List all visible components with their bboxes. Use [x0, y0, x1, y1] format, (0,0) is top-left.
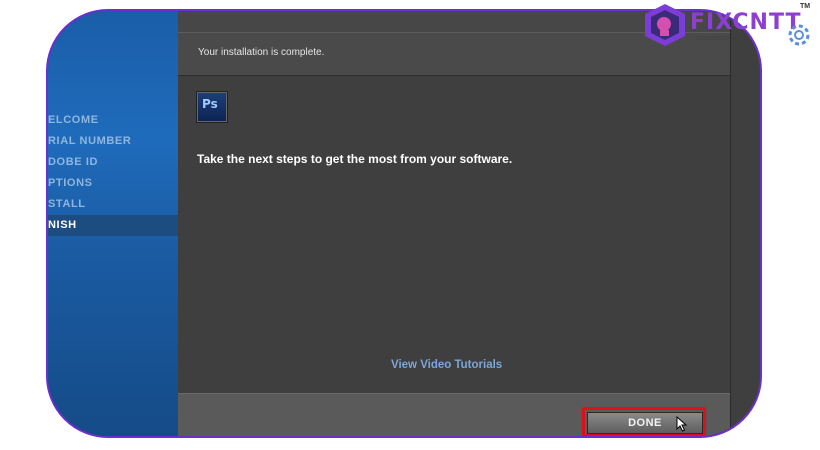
- sidebar-item-install: STALL: [48, 194, 178, 215]
- done-button-highlight: DONE: [582, 407, 706, 436]
- watermark-logo: FIXCNTT TECHNOLOGY TM: [640, 0, 820, 52]
- next-steps-heading: Take the next steps to get the most from…: [197, 152, 513, 166]
- sidebar-item-label: ELCOME: [48, 114, 99, 126]
- main-panel: Your installation is complete. Ps Take t…: [178, 11, 731, 436]
- view-video-tutorials-link[interactable]: View Video Tutorials: [391, 359, 502, 371]
- trademark-label: TM: [800, 3, 811, 10]
- sidebar-item-label: DOBE ID: [48, 156, 99, 168]
- sidebar-item-label: STALL: [48, 198, 86, 210]
- installer-window-frame: ELCOME RIAL NUMBER DOBE ID PTIONS STALL …: [46, 9, 762, 438]
- sidebar-item-serial-number: RIAL NUMBER: [48, 131, 178, 152]
- done-button-label: DONE: [628, 417, 662, 429]
- sidebar: ELCOME RIAL NUMBER DOBE ID PTIONS STALL …: [48, 11, 178, 436]
- done-button[interactable]: DONE: [587, 412, 703, 434]
- sidebar-item-label: RIAL NUMBER: [48, 135, 132, 147]
- watermark-subtext: TECHNOLOGY: [695, 36, 731, 42]
- logo-mark-icon: [645, 4, 685, 46]
- sidebar-item-label: PTIONS: [48, 177, 93, 189]
- sidebar-item-welcome: ELCOME: [48, 110, 178, 131]
- photoshop-icon: Ps: [196, 91, 228, 123]
- footer-bar: DONE: [178, 393, 730, 436]
- app-icon-label: Ps: [202, 97, 218, 111]
- status-text: Your installation is complete.: [198, 47, 325, 58]
- sidebar-item-finish: NISH: [48, 215, 178, 236]
- sidebar-item-adobe-id: DOBE ID: [48, 152, 178, 173]
- gear-icon: [788, 24, 810, 46]
- sidebar-item-options: PTIONS: [48, 173, 178, 194]
- mouse-pointer-icon: [676, 416, 688, 432]
- sidebar-item-label: NISH: [48, 219, 77, 231]
